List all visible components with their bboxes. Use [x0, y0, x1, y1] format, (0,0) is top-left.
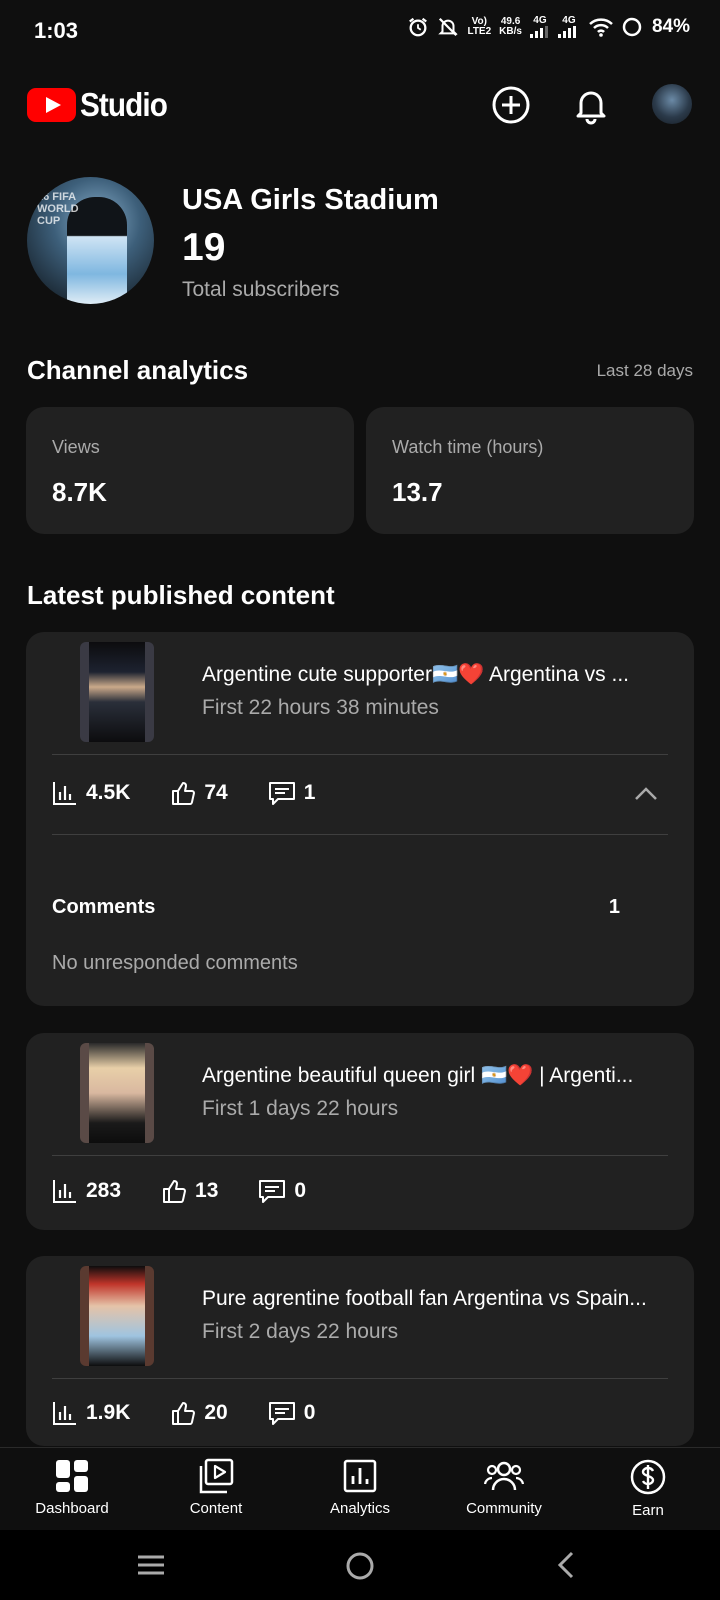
bar-chart-icon — [53, 1402, 76, 1425]
analytics-icon — [343, 1459, 377, 1493]
status-bar: 1:03 Vo) LTE2 49.6 KB/s 4G 4G 84% — [0, 0, 720, 62]
create-button[interactable] — [491, 85, 531, 125]
signal-1: 4G — [529, 16, 550, 38]
content-icon — [199, 1458, 234, 1494]
community-icon — [484, 1461, 524, 1491]
content-card[interactable]: Argentine cute supporter🇦🇷❤️ Argentina v… — [26, 632, 694, 1006]
nav-dashboard[interactable]: Dashboard — [12, 1458, 132, 1517]
logo-text: Studio — [80, 86, 168, 123]
comments-metric: 0 — [268, 1400, 315, 1426]
content-card[interactable]: Argentine beautiful queen girl 🇦🇷❤️ | Ar… — [26, 1033, 694, 1230]
metrics-row: 1.9K 20 0 — [52, 1400, 355, 1426]
watch-time-value: 13.7 — [392, 477, 443, 507]
youtube-studio-logo[interactable]: Studio — [27, 86, 177, 124]
comments-label: Comments — [52, 896, 156, 918]
status-icons: Vo) LTE2 49.6 KB/s 4G 4G 84% — [407, 16, 690, 38]
menu-icon[interactable] — [136, 1550, 166, 1580]
avatar-caption: 26 FIFA WORLD CUP — [37, 191, 79, 227]
watch-time-card[interactable]: Watch time (hours) 13.7 — [366, 407, 694, 534]
bell-icon — [576, 91, 606, 125]
nav-analytics[interactable]: Analytics — [300, 1458, 420, 1517]
thumbs-up-icon — [172, 782, 196, 805]
signal-2: 4G — [557, 16, 580, 38]
subscriber-label: Total subscribers — [182, 278, 340, 301]
video-thumbnail[interactable] — [80, 642, 154, 742]
thumbs-up-icon — [172, 1402, 196, 1425]
views-metric: 1.9K — [52, 1400, 130, 1426]
views-metric: 4.5K — [52, 780, 130, 806]
battery-circle-icon — [622, 17, 642, 37]
back-icon[interactable] — [552, 1550, 582, 1580]
likes-metric: 74 — [170, 780, 228, 806]
add-circle-icon — [492, 86, 530, 124]
nav-earn[interactable]: Earn — [588, 1458, 708, 1519]
likes-metric: 20 — [170, 1400, 228, 1426]
wifi-icon — [589, 18, 613, 37]
video-title: Argentine beautiful queen girl 🇦🇷❤️ | Ar… — [202, 1064, 634, 1087]
comment-icon — [268, 782, 295, 805]
divider — [52, 1155, 668, 1156]
divider — [52, 754, 668, 755]
video-thumbnail[interactable] — [80, 1266, 154, 1366]
divider — [52, 1378, 668, 1379]
likes-metric: 13 — [161, 1178, 218, 1204]
app-bar: Studio — [0, 80, 720, 130]
nav-community[interactable]: Community — [444, 1458, 564, 1517]
metrics-row: 4.5K 74 1 — [52, 780, 355, 806]
views-label: Views — [52, 437, 100, 457]
bottom-nav: Dashboard Content Analytics Community Ea… — [0, 1447, 720, 1529]
youtube-play-icon — [27, 88, 76, 122]
views-metric: 283 — [52, 1178, 121, 1204]
watch-time-label: Watch time (hours) — [392, 437, 544, 457]
chevron-up-icon[interactable] — [632, 780, 660, 808]
content-card[interactable]: Pure agrentine football fan Argentina vs… — [26, 1256, 694, 1446]
mute-bell-icon — [438, 17, 459, 37]
notifications-button[interactable] — [571, 85, 611, 125]
thumbs-up-icon — [163, 1180, 187, 1203]
video-age: First 2 days 22 hours — [202, 1320, 399, 1343]
analytics-period[interactable]: Last 28 days — [597, 361, 693, 381]
account-avatar[interactable] — [652, 84, 692, 124]
dashboard-icon — [56, 1460, 88, 1492]
status-time: 1:03 — [34, 18, 79, 43]
system-nav-bar — [0, 1530, 720, 1600]
alarm-icon — [409, 17, 428, 37]
comments-metric: 1 — [268, 780, 315, 806]
comment-icon — [268, 1402, 295, 1425]
video-age: First 1 days 22 hours — [202, 1097, 399, 1120]
speed-indicator: 49.6 KB/s — [499, 16, 522, 37]
battery-percent: 84% — [651, 16, 690, 37]
divider — [52, 834, 668, 835]
channel-avatar[interactable]: 26 FIFA WORLD CUP — [27, 177, 154, 304]
video-title: Pure agrentine football fan Argentina vs… — [202, 1287, 647, 1310]
video-thumbnail[interactable] — [80, 1043, 154, 1143]
latest-content-title: Latest published content — [27, 580, 335, 610]
subscriber-count: 19 — [182, 226, 226, 269]
comment-icon — [259, 1180, 286, 1203]
channel-name[interactable]: USA Girls Stadium — [182, 184, 439, 217]
earn-icon — [630, 1459, 666, 1495]
unresponded-comments[interactable]: No unresponded comments — [52, 952, 298, 975]
home-icon[interactable] — [344, 1550, 376, 1582]
video-age: First 22 hours 38 minutes — [202, 696, 439, 719]
comments-count: 1 — [608, 896, 620, 918]
views-card[interactable]: Views 8.7K — [26, 407, 354, 534]
volte-indicator: Vo) LTE2 — [467, 16, 492, 37]
metrics-row: 283 13 0 — [52, 1178, 346, 1204]
bar-chart-icon — [53, 1180, 76, 1203]
comments-metric: 0 — [258, 1178, 306, 1204]
views-value: 8.7K — [52, 477, 107, 507]
channel-analytics-title: Channel analytics — [27, 355, 249, 385]
video-title: Argentine cute supporter🇦🇷❤️ Argentina v… — [202, 663, 630, 686]
bar-chart-icon — [53, 782, 76, 805]
nav-content[interactable]: Content — [156, 1458, 276, 1517]
